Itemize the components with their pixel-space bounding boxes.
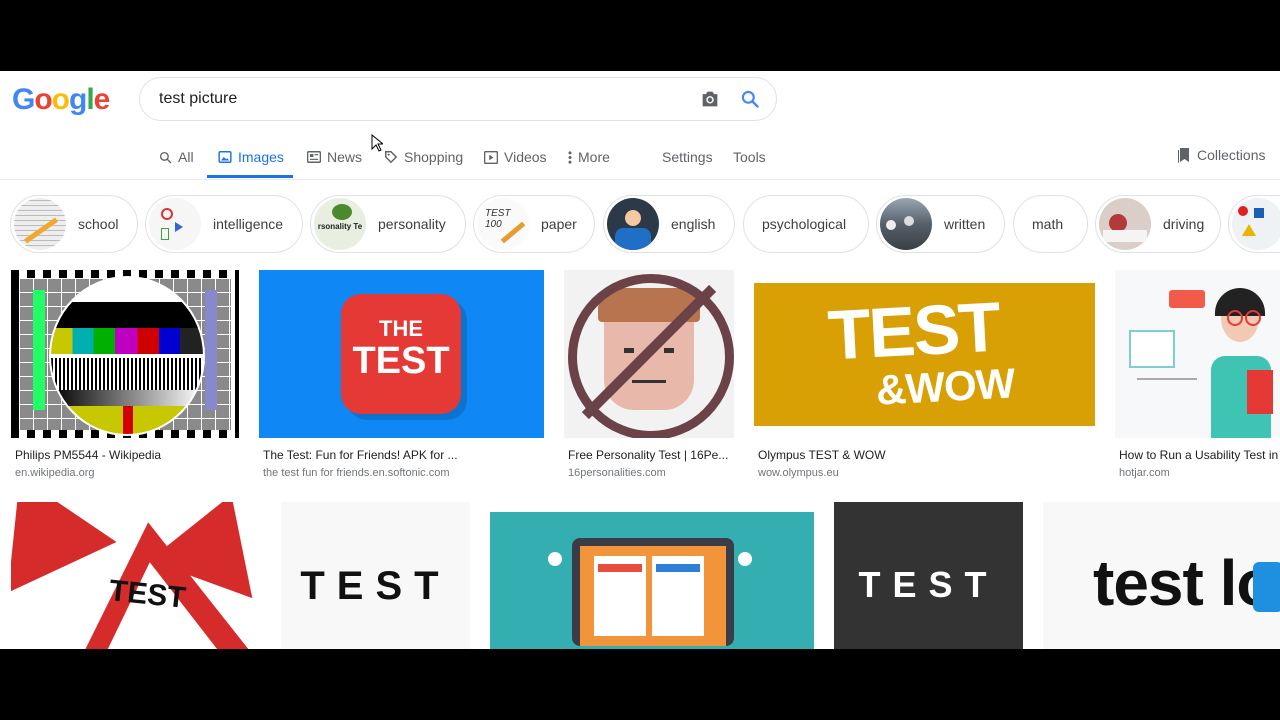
result-title[interactable]: Free Personality Test | 16Pe... xyxy=(568,448,734,462)
image-text-word: test lo xyxy=(1093,547,1275,619)
tag-icon xyxy=(385,151,398,164)
news-icon xyxy=(307,151,321,163)
result-title[interactable]: How to Run a Usability Test in xyxy=(1119,448,1280,462)
chip-personality[interactable]: rsonality Te personality xyxy=(310,195,466,253)
image-icon xyxy=(218,151,232,163)
result-site: the test fun for friends.en.softonic.com xyxy=(263,467,450,479)
result-site: hotjar.com xyxy=(1119,467,1170,479)
tab-label: Settings xyxy=(662,149,713,165)
image-text: &WOW xyxy=(874,359,1016,414)
search-icon[interactable] xyxy=(740,89,760,109)
browser-viewport: Google test picture All Images News Shop… xyxy=(0,71,1280,649)
chip-label: psychological xyxy=(762,216,847,232)
chip-paper[interactable]: TEST 100 paper xyxy=(473,195,595,253)
chip-psychological[interactable]: psychological xyxy=(743,195,869,253)
result-image-usability[interactable] xyxy=(1115,270,1280,438)
chip-school[interactable]: school xyxy=(10,195,138,253)
tab-more[interactable]: More xyxy=(568,149,610,165)
chip-thumbnail: TEST 100 xyxy=(477,198,529,250)
result-image-laptop[interactable] xyxy=(490,512,814,649)
chip-driving[interactable]: driving xyxy=(1095,195,1221,253)
tab-label: News xyxy=(327,149,363,165)
chip-thumbnail xyxy=(1099,198,1151,250)
chip-label: school xyxy=(78,216,119,232)
tab-label: Tools xyxy=(733,149,766,165)
google-logo[interactable]: Google xyxy=(12,83,110,117)
result-image-personality[interactable] xyxy=(564,270,734,438)
tab-label: Images xyxy=(238,149,284,165)
image-text: THE xyxy=(379,316,423,341)
chip-label: math xyxy=(1032,216,1064,232)
tab-all[interactable]: All xyxy=(159,149,194,165)
chip-thumbnail: rsonality Te xyxy=(314,198,366,250)
header-divider xyxy=(0,179,1280,180)
camera-icon[interactable] xyxy=(700,90,720,108)
result-title[interactable]: Philips PM5544 - Wikipedia xyxy=(15,448,239,462)
result-image-test-dark[interactable]: TEST xyxy=(834,502,1023,649)
chip-thumbnail xyxy=(607,198,659,250)
chip-label: english xyxy=(671,216,716,232)
result-title[interactable]: The Test: Fun for Friends! APK for ... xyxy=(263,448,544,462)
tab-settings[interactable]: Settings xyxy=(662,149,713,165)
tab-shopping[interactable]: Shopping xyxy=(384,149,463,165)
chip-thumb-text: rsonality Te xyxy=(317,222,363,231)
related-search-chips: school intelligence rsonality Te persona… xyxy=(0,195,1280,255)
chip-math[interactable]: math xyxy=(1013,195,1088,253)
result-site: 16personalities.com xyxy=(568,467,666,479)
result-title[interactable]: Olympus TEST & WOW xyxy=(758,448,1095,462)
tab-videos[interactable]: Videos xyxy=(484,149,547,165)
collections-label: Collections xyxy=(1197,147,1266,163)
result-image-warning-sign[interactable]: TEST xyxy=(11,502,261,649)
active-tab-indicator xyxy=(207,175,293,178)
tab-label: Videos xyxy=(504,149,547,165)
result-image-test-white[interactable]: TEST xyxy=(281,502,470,649)
image-text: TEST xyxy=(858,564,999,605)
result-site: en.wikipedia.org xyxy=(15,467,95,479)
tab-news[interactable]: News xyxy=(307,149,362,165)
chip-intelligence[interactable]: intelligence xyxy=(145,195,303,253)
chip-label: personality xyxy=(378,216,446,232)
search-icon xyxy=(159,151,172,163)
tab-tools[interactable]: Tools xyxy=(733,149,766,165)
tab-label: More xyxy=(578,149,610,165)
chip-label: driving xyxy=(1163,216,1205,232)
tab-images[interactable]: Images xyxy=(218,149,284,165)
bookmark-icon xyxy=(1178,148,1189,163)
result-site: wow.olympus.eu xyxy=(758,467,839,479)
collections-link[interactable]: Collections xyxy=(1177,147,1265,163)
chip-road-signs[interactable] xyxy=(1228,195,1280,253)
result-image-olympus[interactable]: TEST &WOW xyxy=(754,283,1095,426)
result-image-the-test[interactable]: THE TEST xyxy=(259,270,544,438)
result-image-test-card[interactable] xyxy=(11,270,239,438)
search-box[interactable]: test picture xyxy=(139,77,777,121)
vertical-dots-icon xyxy=(568,150,572,164)
cursor-icon xyxy=(371,134,383,152)
chip-label: written xyxy=(944,216,986,232)
chip-thumbnail xyxy=(880,198,932,250)
chip-label: intelligence xyxy=(213,216,284,232)
tab-label: All xyxy=(178,149,194,165)
chip-label: paper xyxy=(541,216,577,232)
chip-thumbnail xyxy=(1232,198,1280,250)
search-tabs: All Images News Shopping Videos More Set… xyxy=(0,139,1280,179)
image-text: test lo xyxy=(1093,546,1275,620)
image-text: TEST xyxy=(300,564,451,608)
result-image-test-io[interactable]: test lo xyxy=(1043,502,1280,649)
chip-thumbnail xyxy=(14,198,66,250)
chip-english[interactable]: english xyxy=(603,195,735,253)
search-input[interactable]: test picture xyxy=(159,90,237,108)
tab-label: Shopping xyxy=(404,149,464,165)
chip-thumbnail xyxy=(149,198,201,250)
play-icon xyxy=(484,150,498,164)
chip-written[interactable]: written xyxy=(876,195,1005,253)
image-text: TEST xyxy=(352,340,450,382)
